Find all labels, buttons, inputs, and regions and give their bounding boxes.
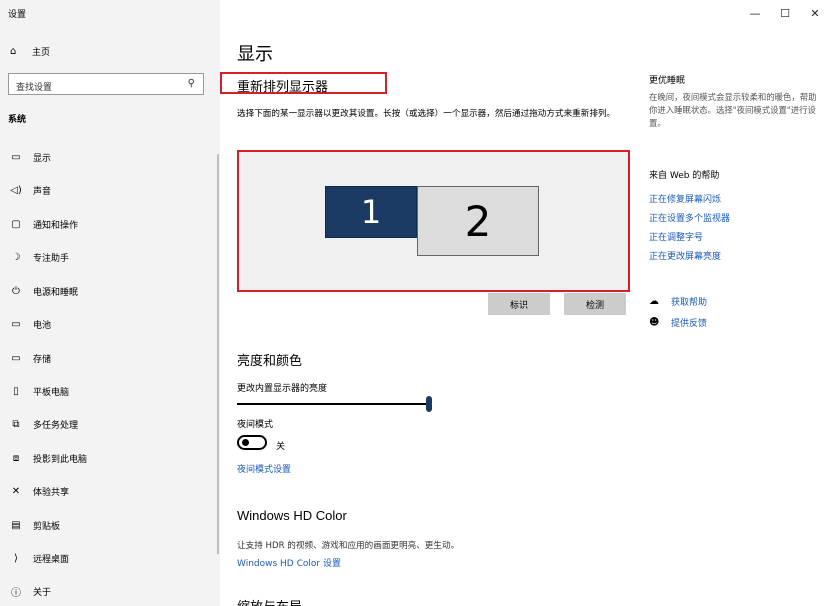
battery-icon: ▭ — [11, 318, 21, 330]
sidebar-item-label: 关于 — [33, 587, 52, 598]
page-title: 显示 — [237, 44, 273, 65]
identify-button[interactable]: 标识 — [488, 293, 550, 315]
sidebar-item-notifications[interactable]: ▢ 通知和操作 — [0, 210, 218, 238]
related-column: 更优睡眠 在晚间，夜间模式会显示较柔和的暖色，帮助你进入睡眠状态。选择"夜间模式… — [640, 0, 826, 606]
main-content: 显示 重新排列显示器 选择下面的某一显示器以更改其设置。长按（或选择）一个显示器… — [220, 0, 640, 606]
sidebar-item-focus-assist[interactable]: ☽ 专注助手 — [0, 243, 218, 271]
night-light-settings-link[interactable]: 夜间模式设置 — [237, 462, 291, 475]
app-title: 设置 — [8, 10, 27, 20]
sidebar-item-tablet[interactable]: ▯ 平板电脑 — [0, 377, 218, 405]
sleep-heading: 更优睡眠 — [649, 76, 686, 86]
web-help-heading: 来自 Web 的帮助 — [649, 171, 720, 181]
sidebar-item-multitasking[interactable]: ⧉ 多任务处理 — [0, 410, 218, 438]
share-icon: ✕ — [11, 485, 21, 497]
sidebar-home[interactable]: ⌂ 主页 — [10, 45, 50, 58]
sidebar-item-projecting[interactable]: ⧈ 投影到此电脑 — [0, 444, 218, 472]
rearrange-heading: 重新排列显示器 — [237, 80, 329, 95]
sidebar-item-shared-experiences[interactable]: ✕ 体验共享 — [0, 477, 218, 505]
night-light-label: 夜间模式 — [237, 420, 274, 430]
night-light-state: 关 — [276, 442, 286, 452]
sidebar-item-clipboard[interactable]: ▤ 剪贴板 — [0, 511, 218, 539]
monitor-arrangement-area[interactable]: 1 2 — [237, 150, 630, 292]
feedback-icon: ☻ — [649, 317, 660, 328]
sidebar-item-display[interactable]: ▭ 显示 — [0, 143, 218, 171]
feedback-label: 提供反馈 — [671, 319, 708, 329]
sidebar-section-label: 系统 — [8, 115, 27, 125]
hd-color-heading: Windows HD Color — [237, 508, 347, 523]
help-link-brightness[interactable]: 正在更改屏幕亮度 — [649, 249, 721, 262]
info-icon: ⓘ — [11, 587, 21, 599]
sidebar-item-label: 剪贴板 — [33, 521, 61, 532]
brightness-heading: 亮度和颜色 — [237, 354, 303, 369]
hd-color-settings-link[interactable]: Windows HD Color 设置 — [237, 556, 341, 569]
multitask-icon: ⧉ — [12, 418, 20, 430]
monitor-2[interactable]: 2 — [417, 186, 539, 256]
sidebar-item-label: 体验共享 — [33, 487, 70, 498]
get-help-label: 获取帮助 — [671, 298, 708, 308]
sidebar-item-battery[interactable]: ▭ 电池 — [0, 310, 218, 338]
sidebar-item-storage[interactable]: ▭ 存储 — [0, 344, 218, 372]
speaker-icon: ◁) — [10, 184, 22, 196]
moon-icon: ☽ — [11, 251, 21, 263]
search-icon: ⚲ — [187, 78, 195, 89]
sidebar-item-label: 专注助手 — [33, 253, 70, 264]
help-link-flicker[interactable]: 正在修复屏幕闪烁 — [649, 192, 721, 205]
monitor-icon: ▭ — [11, 151, 21, 163]
sidebar-item-sound[interactable]: ◁) 声音 — [0, 176, 218, 204]
toggle-knob — [242, 439, 249, 446]
monitor-2-number: 2 — [464, 196, 492, 246]
brightness-slider-thumb[interactable] — [426, 396, 432, 412]
sidebar-item-label: 电源和睡眠 — [33, 287, 79, 298]
sidebar-item-remote-desktop[interactable]: ⟩ 远程桌面 — [0, 544, 218, 572]
power-icon: ⏻ — [12, 285, 20, 297]
sidebar-item-label: 平板电脑 — [33, 387, 70, 398]
search-placeholder: 查找设置 — [16, 83, 53, 93]
detect-button[interactable]: 检测 — [564, 293, 626, 315]
sidebar-item-about[interactable]: ⓘ 关于 — [0, 577, 218, 605]
remote-desktop-icon: ⟩ — [14, 552, 18, 564]
night-light-toggle[interactable] — [237, 435, 267, 450]
sleep-description: 在晚间，夜间模式会显示较柔和的暖色，帮助你进入睡眠状态。选择"夜间模式设置"进行… — [649, 92, 817, 128]
sidebar-item-label: 电池 — [33, 320, 52, 331]
rearrange-description: 选择下面的某一显示器以更改其设置。长按（或选择）一个显示器，然后通过拖动方式来重… — [237, 109, 616, 119]
home-label: 主页 — [32, 48, 51, 58]
search-input[interactable]: 查找设置 ⚲ — [8, 73, 204, 95]
project-icon: ⧈ — [12, 452, 20, 464]
feedback-link[interactable]: ☻ 提供反馈 — [649, 316, 707, 329]
sidebar: ⌂ 主页 查找设置 ⚲ 系统 ▭ 显示 ◁) 声音 ▢ 通知和操作 ☽ 专注助手… — [0, 0, 220, 606]
help-link-font-size[interactable]: 正在调整字号 — [649, 230, 703, 243]
clipboard-icon: ▤ — [11, 519, 21, 531]
sidebar-item-label: 存储 — [33, 354, 52, 365]
get-help-link[interactable]: ☁ 获取帮助 — [649, 295, 707, 308]
brightness-slider-track[interactable] — [237, 403, 429, 405]
brightness-label: 更改内置显示器的亮度 — [237, 384, 328, 394]
sidebar-item-label: 远程桌面 — [33, 554, 70, 565]
sidebar-item-label: 声音 — [33, 186, 52, 197]
home-icon: ⌂ — [10, 46, 17, 57]
monitor-1[interactable]: 1 — [325, 186, 417, 238]
help-chat-icon: ☁ — [649, 296, 659, 307]
tablet-icon: ▯ — [13, 385, 19, 397]
sidebar-item-power[interactable]: ⏻ 电源和睡眠 — [0, 277, 218, 305]
notification-icon: ▢ — [11, 218, 21, 230]
scale-layout-heading: 缩放与布局 — [237, 596, 302, 606]
hd-color-description: 让支持 HDR 的视频、游戏和应用的画面更明亮、更生动。 — [237, 541, 460, 551]
sidebar-item-label: 通知和操作 — [33, 220, 79, 231]
monitor-1-number: 1 — [360, 193, 382, 231]
storage-icon: ▭ — [11, 352, 21, 364]
help-link-multiple-monitors[interactable]: 正在设置多个监视器 — [649, 211, 730, 224]
sidebar-item-label: 显示 — [33, 153, 52, 164]
sidebar-item-label: 投影到此电脑 — [33, 454, 88, 465]
sidebar-item-label: 多任务处理 — [33, 420, 79, 431]
